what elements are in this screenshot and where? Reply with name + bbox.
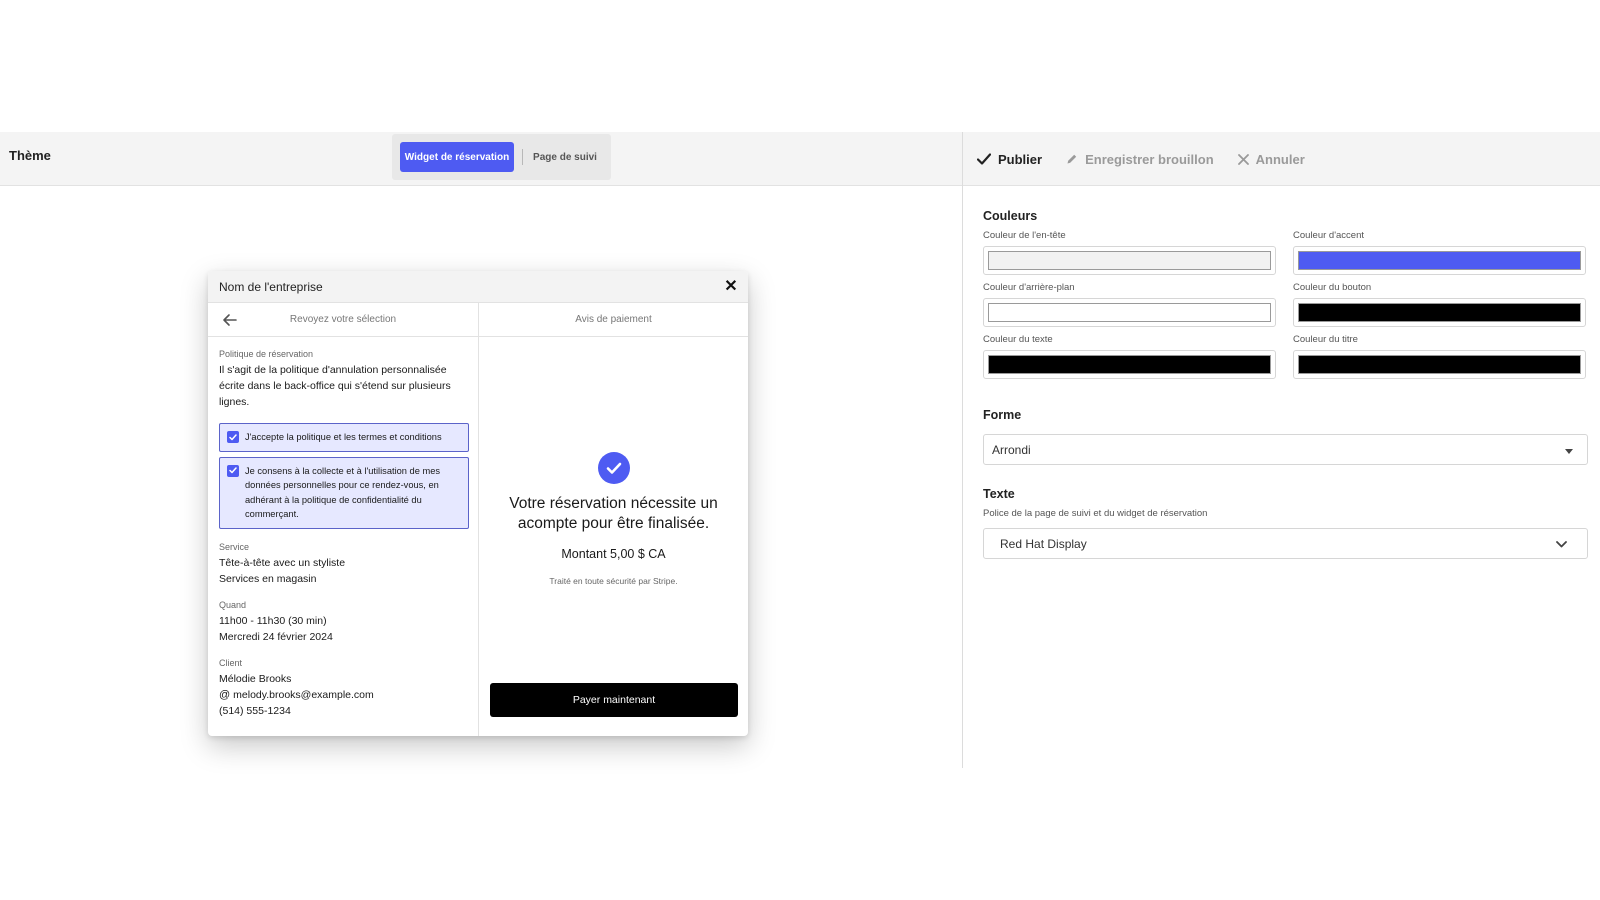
caret-down-icon <box>1565 443 1573 457</box>
client-email-row: @ melody.brooks@example.com <box>219 687 471 703</box>
tab-booking-widget[interactable]: Widget de réservation <box>400 142 514 172</box>
when-time: 11h00 - 11h30 (30 min) <box>219 614 327 627</box>
data-consent-checkbox[interactable]: Je consens à la collecte et à l'utilisat… <box>219 456 469 529</box>
client-name: Mélodie Brooks <box>219 672 292 685</box>
back-arrow-icon[interactable] <box>222 313 238 327</box>
policy-text: Il s'agit de la politique d'annulation p… <box>219 364 451 408</box>
title-color-label: Couleur du titre <box>1293 334 1358 345</box>
color-fill <box>1298 355 1581 374</box>
company-name: Nom de l'entreprise <box>219 280 323 294</box>
view-switcher: Widget de réservation Page de suivi <box>392 134 611 180</box>
widget-header: Nom de l'entreprise ✕ <box>208 271 748 303</box>
policy-label: Politique de réservation <box>219 349 314 359</box>
terms-consent-label: J'accepte la politique et les termes et … <box>245 432 442 442</box>
when-info: Quand 11h00 - 11h30 (30 min) Mercredi 24… <box>219 599 471 645</box>
data-consent-label: Je consens à la collecte et à l'utilisat… <box>245 465 441 520</box>
check-icon <box>977 153 991 165</box>
font-select[interactable]: Red Hat Display <box>983 528 1588 559</box>
review-selection-header: Revoyez votre sélection <box>208 303 478 337</box>
background-color-swatch[interactable] <box>983 298 1276 327</box>
color-fill <box>988 303 1271 322</box>
accent-color-label: Couleur d'accent <box>1293 230 1364 241</box>
button-color-swatch[interactable] <box>1293 298 1586 327</box>
page-title: Thème <box>9 148 51 163</box>
colors-section-title: Couleurs <box>983 209 1038 223</box>
email-icon: @ <box>219 688 231 701</box>
close-icon[interactable]: ✕ <box>722 278 740 296</box>
shape-select[interactable]: Arrondi <box>983 434 1588 465</box>
pencil-icon <box>1067 154 1077 164</box>
chevron-down-icon <box>1556 537 1567 551</box>
color-fill <box>988 251 1271 270</box>
service-name: Tête-à-tête avec un styliste <box>219 556 346 569</box>
accent-color-swatch[interactable] <box>1293 246 1586 275</box>
publish-label: Publier <box>998 151 1043 167</box>
review-selection-title: Revoyez votre sélection <box>289 314 397 325</box>
service-label: Service <box>219 541 250 552</box>
client-label: Client <box>219 657 243 668</box>
payment-amount: Montant 5,00 $ CA <box>561 547 666 561</box>
header-color-label: Couleur de l'en-tête <box>983 230 1066 241</box>
payment-notice-header: Avis de paiement <box>479 303 748 337</box>
when-label: Quand <box>219 599 247 610</box>
text-section-title: Texte <box>983 487 1015 501</box>
terms-consent-checkbox[interactable]: J'accepte la politique et les termes et … <box>219 423 469 452</box>
tab-divider <box>522 149 523 165</box>
checkbox-checked-icon <box>227 464 239 477</box>
when-date: Mercredi 24 février 2024 <box>219 630 333 643</box>
background-color-label: Couleur d'arrière-plan <box>983 282 1075 293</box>
tab-tracking-page[interactable]: Page de suivi <box>526 142 604 172</box>
button-color-label: Couleur du bouton <box>1293 282 1372 293</box>
payment-title: Votre réservation nécessite un acompte p… <box>509 495 718 532</box>
pay-now-button[interactable]: Payer maintenant <box>490 683 738 717</box>
close-icon <box>1237 153 1249 165</box>
selection-summary: Politique de réservation Il s'agit de la… <box>219 348 471 719</box>
save-draft-label: Enregistrer brouillon <box>1085 151 1214 167</box>
service-location: Services en magasin <box>219 572 317 585</box>
cancel-button[interactable]: Annuler <box>1237 151 1305 167</box>
text-color-swatch[interactable] <box>983 350 1276 379</box>
checkbox-checked-icon <box>227 431 239 443</box>
payment-notice-title: Avis de paiement <box>575 314 652 325</box>
save-draft-button[interactable]: Enregistrer brouillon <box>1066 152 1214 167</box>
client-phone: (514) 555-1234 <box>219 704 291 717</box>
header-color-swatch[interactable] <box>983 246 1276 275</box>
font-description: Police de la page de suivi et du widget … <box>983 508 1208 519</box>
booking-widget-preview: Nom de l'entreprise ✕ Revoyez votre séle… <box>208 271 748 736</box>
shape-select-value: Arrondi <box>992 442 1031 457</box>
check-circle-icon <box>598 452 630 484</box>
panel-divider <box>962 132 963 768</box>
action-bar: Publier Enregistrer brouillon Annuler <box>977 132 1305 186</box>
publish-button[interactable]: Publier <box>977 152 1042 167</box>
client-info: Client Mélodie Brooks @ melody.brooks@ex… <box>219 657 471 719</box>
cancel-label: Annuler <box>1255 151 1305 167</box>
payment-secure-note: Traité en toute sécurité par Stripe. <box>549 576 678 586</box>
payment-panel: Votre réservation nécessite un acompte p… <box>479 338 748 736</box>
color-fill <box>1298 251 1581 270</box>
font-select-value: Red Hat Display <box>1000 536 1087 551</box>
color-fill <box>1298 303 1581 322</box>
title-color-swatch[interactable] <box>1293 350 1586 379</box>
shape-section-title: Forme <box>983 408 1022 422</box>
client-email: melody.brooks@example.com <box>233 688 374 701</box>
top-bar: Thème Widget de réservation Page de suiv… <box>0 132 1600 186</box>
text-color-label: Couleur du texte <box>983 334 1053 345</box>
service-info: Service Tête-à-tête avec un styliste Ser… <box>219 541 471 587</box>
color-fill <box>988 355 1271 374</box>
